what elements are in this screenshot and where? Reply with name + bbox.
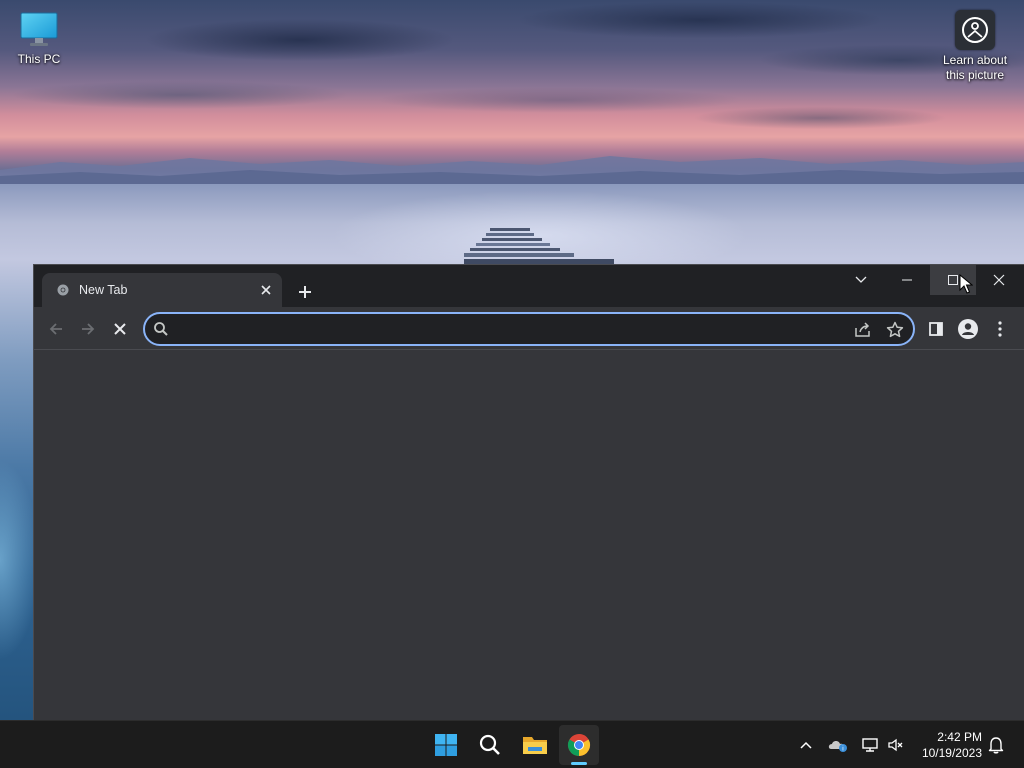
wallpaper-pier-structure xyxy=(464,228,614,266)
side-panel-icon[interactable] xyxy=(922,315,950,343)
bookmark-star-icon[interactable] xyxy=(885,320,905,340)
chrome-icon xyxy=(56,283,70,297)
active-app-indicator xyxy=(571,762,587,765)
address-input[interactable] xyxy=(177,318,837,340)
search-icon[interactable] xyxy=(470,725,510,765)
desktop-icon-label: This PC xyxy=(17,52,61,66)
monitor-icon xyxy=(19,10,59,50)
file-explorer-icon[interactable] xyxy=(515,725,555,765)
stop-loading-icon[interactable] xyxy=(106,315,134,343)
clock-time: 2:42 PM xyxy=(937,730,982,744)
minimize-icon[interactable] xyxy=(884,265,930,295)
mouse-cursor-icon xyxy=(959,274,973,294)
toolbar xyxy=(34,307,1024,350)
chrome-icon[interactable] xyxy=(559,725,599,765)
chrome-window: New Tab xyxy=(33,264,1024,721)
close-window-icon[interactable] xyxy=(976,265,1022,295)
share-icon[interactable] xyxy=(853,320,873,340)
onedrive-icon[interactable]: i xyxy=(828,735,848,755)
back-arrow-icon[interactable] xyxy=(42,315,70,343)
chevron-down-icon[interactable] xyxy=(838,265,884,295)
notification-bell-icon[interactable] xyxy=(986,735,1006,755)
close-icon[interactable] xyxy=(256,280,276,300)
system-clock[interactable]: 2:42 PM 10/19/2023 xyxy=(912,729,982,761)
profile-avatar-icon[interactable] xyxy=(954,315,982,343)
desktop-icon-label: Learn about this picture xyxy=(942,53,1008,82)
taskbar: i 2:42 PM 10/19/2023 xyxy=(0,720,1024,768)
tab-title: New Tab xyxy=(79,283,128,297)
wallpaper-mountains xyxy=(0,156,1024,184)
network-icon[interactable] xyxy=(860,735,880,755)
desktop-icon-this-pc[interactable]: This PC xyxy=(1,10,77,67)
clock-date: 10/19/2023 xyxy=(921,746,982,760)
address-bar[interactable] xyxy=(143,312,915,346)
plus-icon[interactable] xyxy=(292,279,318,305)
search-icon xyxy=(153,321,169,337)
forward-arrow-icon[interactable] xyxy=(74,315,102,343)
volume-muted-icon[interactable] xyxy=(886,735,906,755)
title-bar[interactable]: New Tab xyxy=(34,265,1024,307)
camera-info-icon xyxy=(955,10,995,50)
desktop-icon-learn-about-picture[interactable]: Learn about this picture xyxy=(937,10,1013,83)
chevron-up-icon[interactable] xyxy=(796,735,816,755)
page-content[interactable] xyxy=(34,351,1024,721)
more-vert-icon[interactable] xyxy=(986,315,1014,343)
tab-new-tab[interactable]: New Tab xyxy=(42,273,282,307)
windows-start-icon[interactable] xyxy=(426,725,466,765)
